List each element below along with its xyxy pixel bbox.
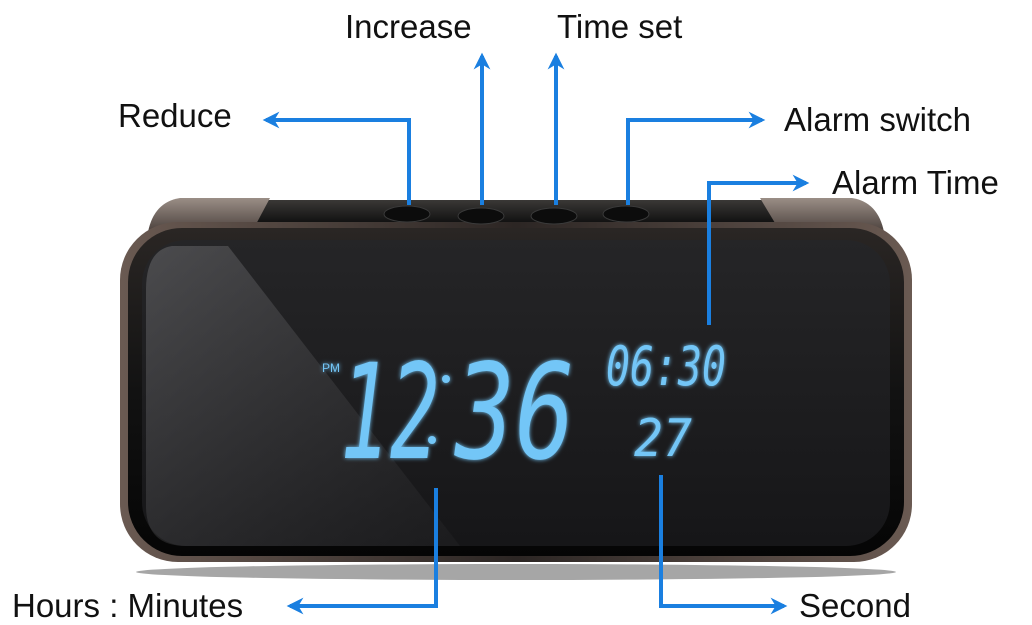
reduce-button[interactable] [383,205,431,223]
lcd-display: PM 12 36 06:30 27 [322,335,726,490]
increase-button[interactable] [457,207,505,225]
meridiem-indicator: PM [322,361,340,375]
seconds-readout: 27 [634,409,692,469]
alarm-switch-button[interactable] [602,205,650,223]
clock-shadow [136,564,896,580]
alarm-time-label: Alarm Time [832,164,999,201]
second-label: Second [799,587,911,624]
clock-diagram: PM 12 36 06:30 27 Increase Time set Redu… [12,8,999,624]
time-set-label: Time set [557,8,682,45]
increase-label: Increase [345,8,472,45]
alarm-time-readout: 06:30 [606,335,726,398]
minutes-readout: 36 [453,336,575,490]
reduce-label: Reduce [118,97,232,134]
hours-readout: 12 [340,336,440,490]
alarm-switch-arrow [626,111,766,205]
time-colon-bottom [428,436,436,444]
alarm-clock: PM 12 36 06:30 27 [120,198,912,580]
time-set-button[interactable] [530,207,578,225]
reduce-arrow [262,111,411,205]
alarm-switch-label: Alarm switch [784,101,971,138]
hours-minutes-label: Hours : Minutes [12,587,243,624]
time-colon-top [442,375,450,383]
